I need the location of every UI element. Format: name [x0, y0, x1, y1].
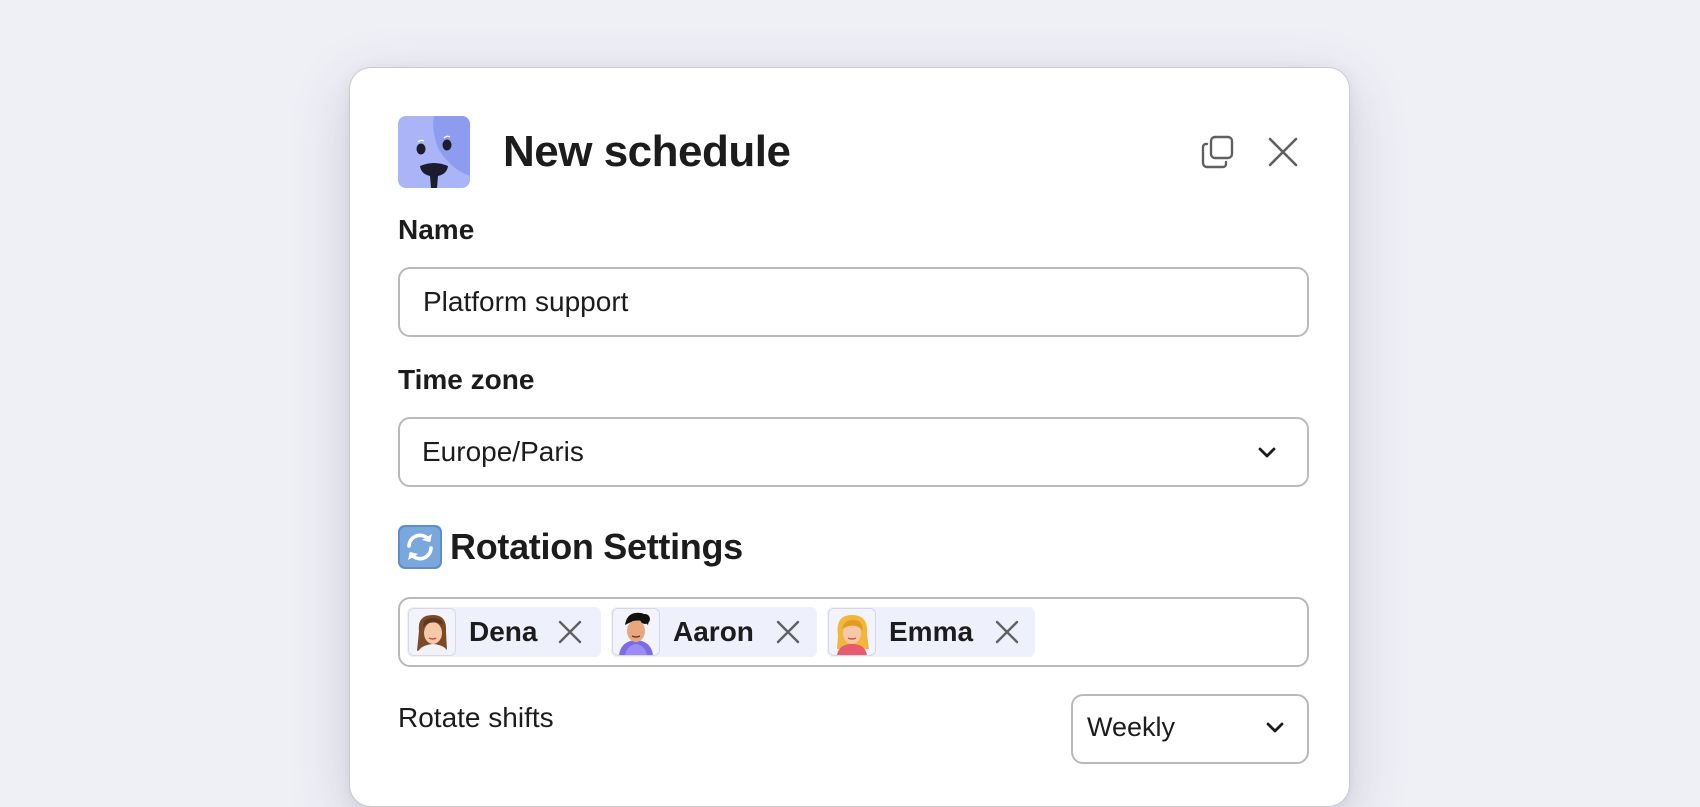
close-button[interactable]	[1261, 130, 1305, 174]
dialog-title: New schedule	[503, 127, 791, 176]
person-chip-aaron: Aaron	[611, 607, 817, 657]
person-name: Aaron	[673, 616, 754, 647]
repeat-arrows-icon	[398, 525, 442, 569]
remove-emma-icon[interactable]	[994, 619, 1020, 645]
copy-button[interactable]	[1196, 130, 1240, 174]
timezone-value: Europe/Paris	[422, 436, 584, 467]
person-name: Emma	[889, 616, 974, 647]
avatar-dena	[408, 608, 456, 656]
rotate-shifts-label: Rotate shifts	[398, 702, 554, 733]
name-field[interactable]	[398, 267, 1309, 337]
rotation-settings-title: Rotation Settings	[450, 526, 743, 567]
rotation-frequency-select[interactable]: Weekly	[1071, 694, 1309, 764]
remove-dena-icon[interactable]	[557, 619, 583, 645]
people-selector[interactable]: Dena Aaron Emma	[398, 597, 1309, 667]
name-label: Name	[398, 214, 475, 245]
frequency-value: Weekly	[1087, 712, 1176, 742]
timezone-label: Time zone	[398, 364, 535, 395]
timezone-select[interactable]: Europe/Paris	[398, 417, 1309, 487]
avatar-emma	[828, 608, 876, 656]
chevron-down-icon	[1258, 447, 1276, 458]
person-chip-dena: Dena	[407, 607, 601, 657]
rotation-settings-heading: Rotation Settings	[398, 523, 743, 571]
remove-aaron-icon[interactable]	[775, 619, 801, 645]
new-schedule-dialog: New schedule Name Time zone Europe/Paris	[349, 67, 1350, 807]
person-chip-emma: Emma	[827, 607, 1035, 657]
copy-icon	[1201, 135, 1234, 169]
chevron-down-icon	[1266, 722, 1284, 733]
avatar-aaron	[612, 608, 660, 656]
close-icon	[1268, 137, 1298, 167]
dog-face-icon	[398, 116, 470, 188]
person-name: Dena	[469, 616, 538, 647]
name-input[interactable]	[423, 269, 1283, 335]
